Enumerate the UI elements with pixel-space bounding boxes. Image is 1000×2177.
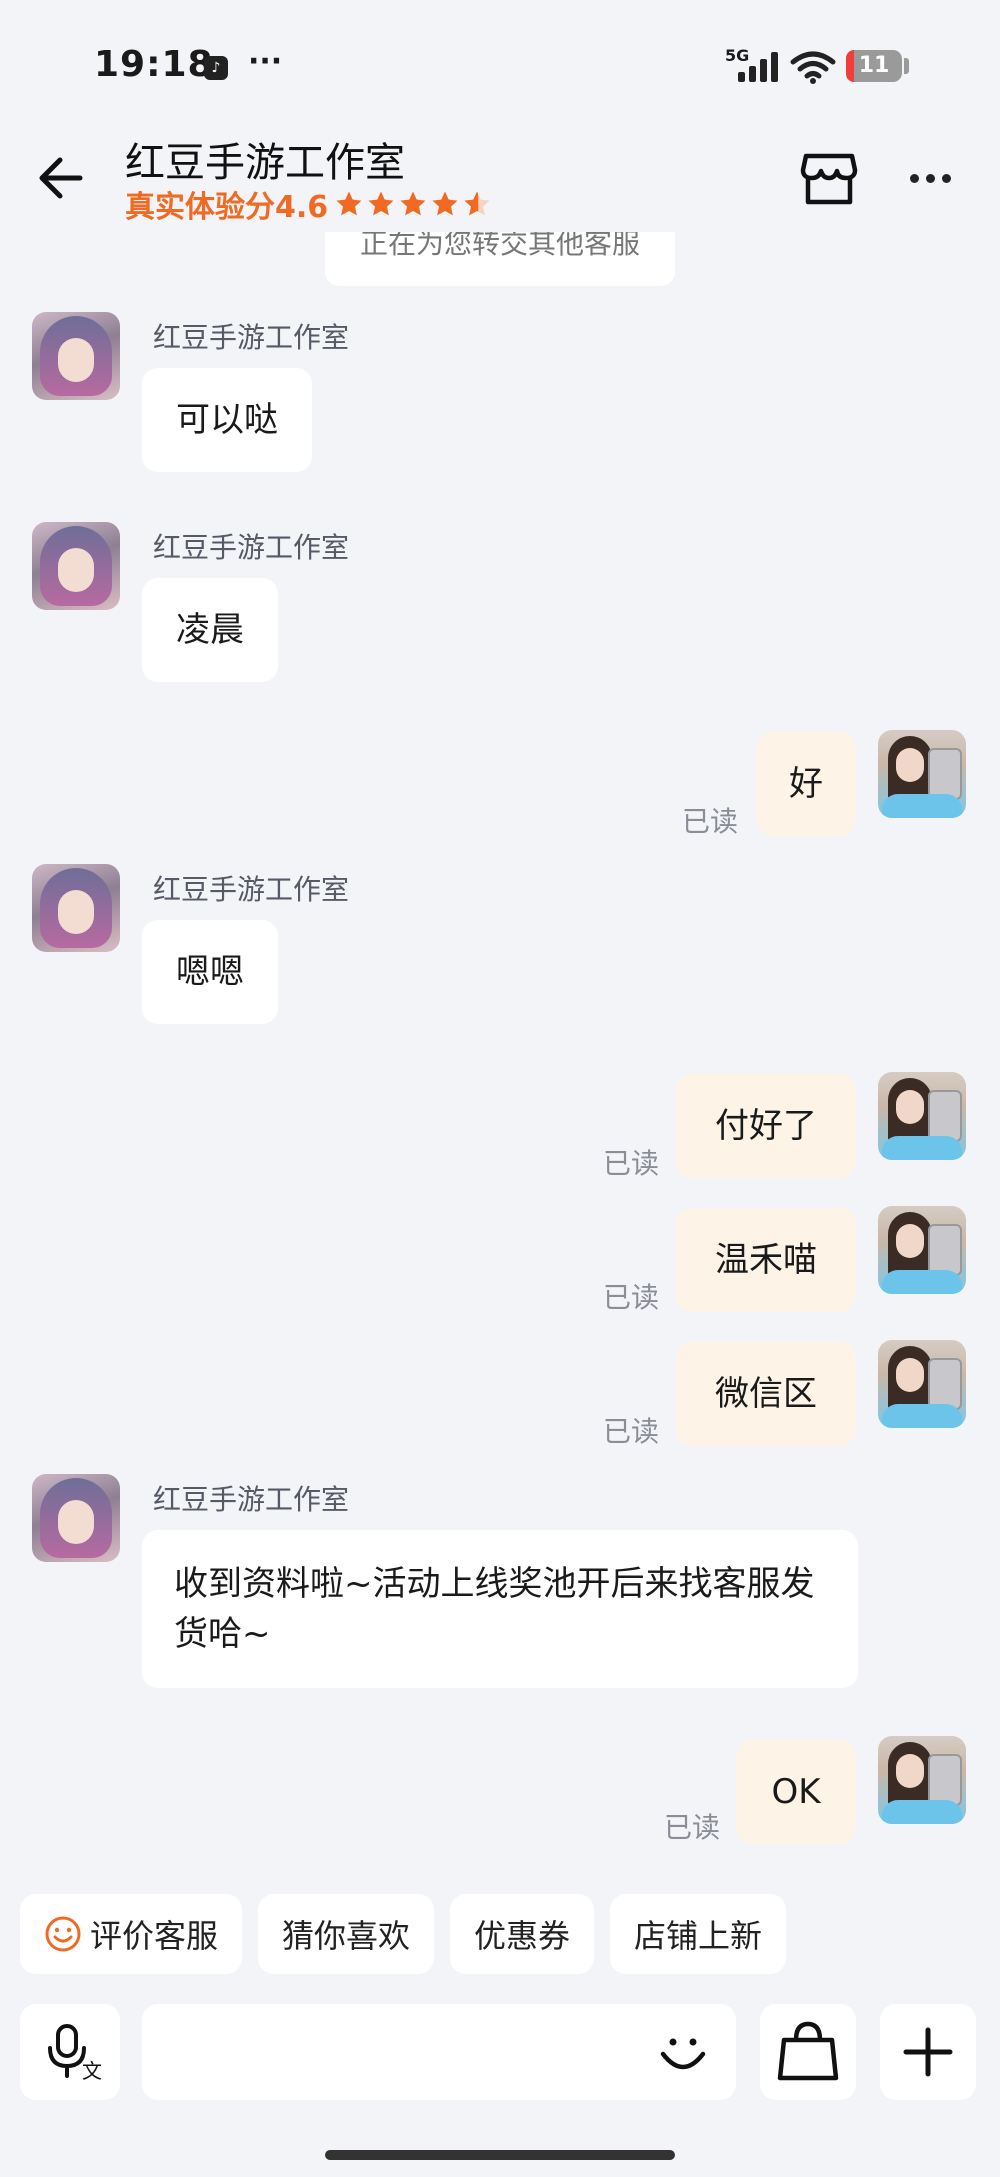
svg-text:文: 文 — [82, 2059, 102, 2083]
message-bubble[interactable]: 温禾喵 — [676, 1208, 856, 1312]
message-bubble[interactable]: 嗯嗯 — [142, 920, 278, 1024]
battery-indicator: 11 — [846, 50, 902, 82]
rating-text: 真实体验分4.6 — [125, 190, 329, 225]
voice-button[interactable]: 文 — [20, 2004, 120, 2100]
chip-label: 优惠券 — [474, 1917, 571, 1955]
user-avatar[interactable] — [878, 1736, 966, 1824]
message-bubble[interactable]: 好 — [756, 732, 856, 836]
shop-avatar[interactable] — [32, 1474, 120, 1562]
user-avatar[interactable] — [878, 1206, 966, 1294]
message-bubble[interactable]: 收到资料啦~活动上线奖池开后来找客服发货哈~ — [142, 1530, 858, 1688]
user-avatar[interactable] — [878, 1340, 966, 1428]
chip-label: 店铺上新 — [634, 1917, 763, 1955]
input-bar: 文 — [0, 2002, 1000, 2112]
read-status: 已读 — [603, 1281, 660, 1314]
system-tip: 正在为您转交其他客服 — [325, 232, 675, 286]
quick-actions: 评价客服 猜你喜欢 优惠券 店铺上新 — [20, 1894, 802, 1974]
emoji-icon[interactable] — [655, 2024, 711, 2080]
read-status: 已读 — [603, 1147, 660, 1180]
message-text: 嗯嗯 — [176, 952, 244, 992]
coupon-button[interactable]: 优惠券 — [450, 1894, 595, 1974]
message-bubble[interactable]: 付好了 — [676, 1074, 856, 1178]
message-bubble[interactable]: OK — [736, 1740, 856, 1844]
read-status: 已读 — [682, 805, 739, 838]
message-text: 可以哒 — [176, 400, 278, 440]
sender-name: 红豆手游工作室 — [153, 531, 350, 564]
wifi-icon — [790, 51, 836, 84]
shop-avatar[interactable] — [32, 312, 120, 400]
plus-icon — [903, 2027, 953, 2077]
message-text: OK — [771, 1772, 821, 1812]
status-time: 19:18 — [94, 44, 214, 85]
smile-icon — [45, 1916, 81, 1952]
store-new-button[interactable]: 店铺上新 — [610, 1894, 787, 1974]
system-tip-text: 正在为您转交其他客服 — [359, 232, 640, 260]
message-text: 好 — [789, 764, 823, 804]
sender-name: 红豆手游工作室 — [153, 1483, 350, 1516]
message-text: 温禾喵 — [715, 1240, 817, 1280]
signal-icon — [738, 52, 778, 82]
message-text: 付好了 — [715, 1106, 817, 1146]
read-status: 已读 — [603, 1415, 660, 1448]
shopping-bag-icon — [777, 2021, 839, 2081]
store-icon[interactable] — [800, 152, 858, 208]
page-title[interactable]: 红豆手游工作室 — [125, 130, 405, 188]
sender-name: 红豆手游工作室 — [153, 321, 350, 354]
shop-avatar[interactable] — [32, 522, 120, 610]
chip-label: 评价客服 — [90, 1917, 219, 1955]
rating-stars — [334, 189, 494, 219]
message-input[interactable] — [142, 2004, 736, 2100]
star-icon — [368, 191, 394, 216]
message-bubble[interactable]: 可以哒 — [142, 368, 312, 472]
more-icon[interactable] — [910, 174, 958, 183]
star-icon — [400, 191, 426, 216]
message-text: 凌晨 — [176, 610, 244, 650]
chat-header: 红豆手游工作室 真实体验分4.6 — [0, 110, 1000, 240]
back-arrow-icon[interactable] — [36, 156, 84, 200]
battery-low-fill — [846, 50, 854, 82]
voice-translate-icon: 文 — [48, 2024, 102, 2083]
message-text: 微信区 — [715, 1374, 817, 1414]
message-text: 收到资料啦~活动上线奖池开后来找客服发货哈~ — [174, 1564, 815, 1654]
half-star-icon — [464, 191, 490, 216]
rating-row[interactable]: 真实体验分4.6 — [125, 182, 494, 226]
status-overflow: ··· — [248, 44, 283, 79]
rate-service-button[interactable]: 评价客服 — [20, 1894, 243, 1974]
home-indicator[interactable] — [325, 2150, 675, 2160]
message-bubble[interactable]: 凌晨 — [142, 578, 278, 682]
user-avatar[interactable] — [878, 730, 966, 818]
more-actions-button[interactable] — [880, 2004, 976, 2100]
user-avatar[interactable] — [878, 1072, 966, 1160]
star-icon — [336, 191, 362, 216]
star-icon — [432, 191, 458, 216]
chip-label: 猜你喜欢 — [282, 1917, 411, 1955]
tiktok-icon: ♪ — [204, 56, 228, 80]
guess-you-like-button[interactable]: 猜你喜欢 — [258, 1894, 435, 1974]
read-status: 已读 — [664, 1811, 721, 1844]
shop-avatar[interactable] — [32, 864, 120, 952]
product-button[interactable] — [760, 2004, 856, 2100]
message-bubble[interactable]: 微信区 — [676, 1342, 856, 1446]
battery-cap — [904, 58, 909, 74]
sender-name: 红豆手游工作室 — [153, 873, 350, 906]
